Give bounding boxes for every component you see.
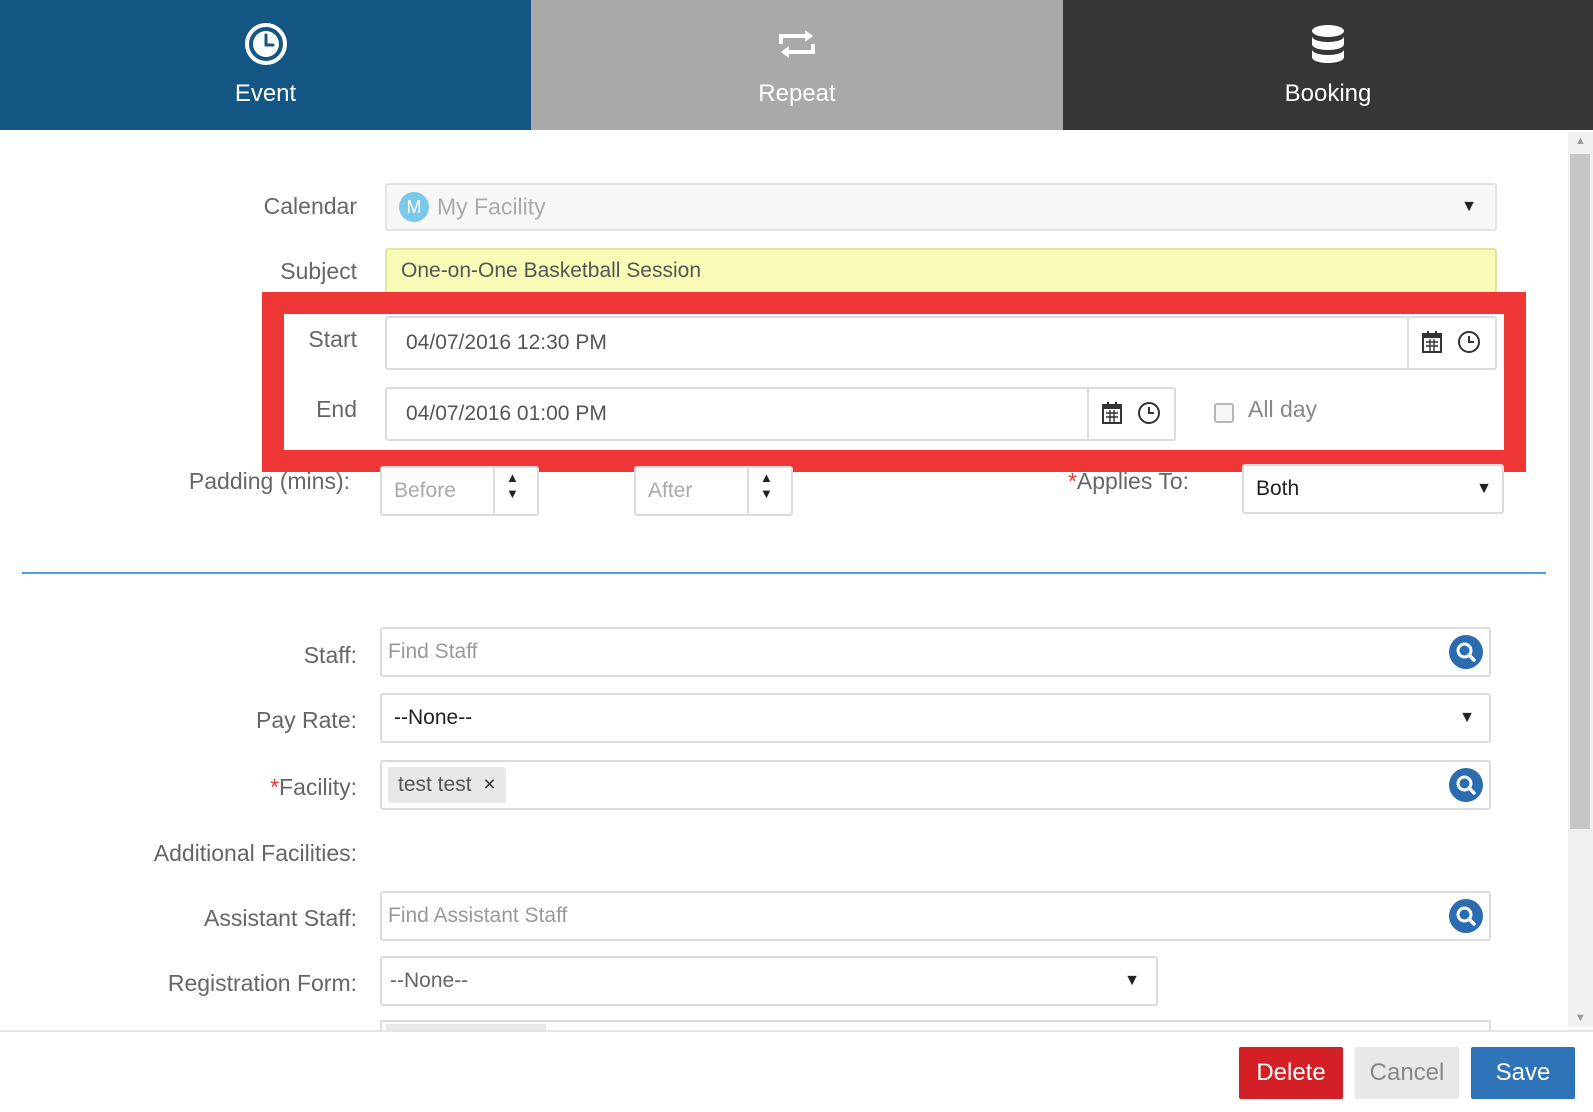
subject-value: One-on-One Basketball Session: [401, 259, 701, 282]
tab-repeat-label: Repeat: [758, 80, 836, 107]
subject-label: Subject: [280, 258, 357, 284]
facility-label: *Facility:: [270, 774, 357, 801]
padding-before-stepper[interactable]: Before ▲ ▼: [380, 466, 539, 516]
staff-label: Staff:: [303, 642, 357, 668]
pay-rate-label: Pay Rate:: [256, 707, 357, 733]
scroll-thumb[interactable]: [1570, 154, 1590, 829]
chevron-down-icon: ▼: [1459, 709, 1475, 726]
divider: [747, 468, 749, 514]
facility-tag: test test ×: [388, 767, 506, 803]
tab-booking-label: Booking: [1284, 80, 1372, 107]
stepper-arrows-icon[interactable]: ▲ ▼: [506, 470, 519, 502]
calendar-select[interactable]: M My Facility ▼: [385, 183, 1497, 231]
applies-to-label: *Applies To:: [1068, 468, 1189, 495]
tab-event-label: Event: [234, 80, 297, 107]
registration-form-select[interactable]: --None-- ▼: [380, 956, 1158, 1006]
divider: [493, 468, 495, 514]
calendar-avatar: M: [399, 192, 429, 222]
save-button[interactable]: Save: [1471, 1047, 1575, 1099]
applies-to-select[interactable]: Both ▼: [1242, 464, 1504, 514]
chevron-down-icon: ▼: [1124, 972, 1140, 989]
assistant-staff-label: Assistant Staff:: [204, 905, 357, 931]
facility-search-input[interactable]: test test ×: [380, 760, 1491, 810]
clock-icon: [244, 23, 287, 65]
repeat-icon: [779, 30, 815, 58]
pay-rate-select[interactable]: --None-- ▼: [380, 693, 1491, 743]
footer: Delete Cancel Save: [0, 1030, 1593, 1112]
applies-to-value: Both: [1256, 477, 1300, 500]
padding-label: Padding (mins):: [188, 468, 350, 494]
tab-event[interactable]: Event: [0, 0, 531, 130]
search-icon[interactable]: [1449, 635, 1483, 669]
additional-facilities-label: Additional Facilities:: [153, 840, 357, 866]
facility-label-text: Facility:: [279, 774, 357, 800]
tab-booking[interactable]: Booking: [1063, 0, 1593, 130]
padding-after-stepper[interactable]: After ▲ ▼: [634, 466, 793, 516]
search-icon[interactable]: [1449, 899, 1483, 933]
chevron-down-icon: ▼: [1476, 480, 1492, 497]
search-icon[interactable]: [1449, 768, 1483, 802]
highlight-box: [262, 292, 1526, 472]
delete-button[interactable]: Delete: [1239, 1047, 1343, 1099]
section-divider: [22, 572, 1546, 574]
chevron-down-icon: ▼: [1461, 198, 1477, 215]
scrollbar[interactable]: ▲ ▼: [1568, 132, 1593, 1027]
close-icon[interactable]: ×: [483, 773, 495, 796]
scroll-down-icon[interactable]: ▼: [1568, 1009, 1593, 1027]
padding-after-placeholder: After: [648, 479, 693, 502]
applies-to-label-text: Applies To:: [1076, 468, 1189, 494]
stepper-arrows-icon[interactable]: ▲ ▼: [760, 470, 773, 502]
cancel-button[interactable]: Cancel: [1355, 1047, 1459, 1099]
staff-search-input[interactable]: Find Staff: [380, 627, 1491, 677]
assistant-staff-placeholder: Find Assistant Staff: [388, 904, 568, 927]
scroll-up-icon[interactable]: ▲: [1568, 132, 1593, 150]
staff-placeholder: Find Staff: [388, 640, 478, 663]
pay-rate-value: --None--: [394, 706, 473, 729]
registration-form-label: Registration Form:: [167, 970, 357, 996]
assistant-staff-search-input[interactable]: Find Assistant Staff: [380, 891, 1491, 941]
subject-input[interactable]: One-on-One Basketball Session: [385, 248, 1497, 294]
database-icon: [1312, 25, 1344, 63]
padding-before-placeholder: Before: [394, 479, 456, 502]
required-mark: *: [270, 774, 280, 800]
required-mark: *: [1067, 468, 1077, 494]
calendar-label: Calendar: [263, 193, 357, 219]
facility-tag-label: test test: [398, 773, 472, 796]
calendar-value: My Facility: [437, 193, 546, 220]
tab-repeat[interactable]: Repeat: [531, 0, 1063, 130]
registration-form-value: --None--: [390, 969, 469, 992]
